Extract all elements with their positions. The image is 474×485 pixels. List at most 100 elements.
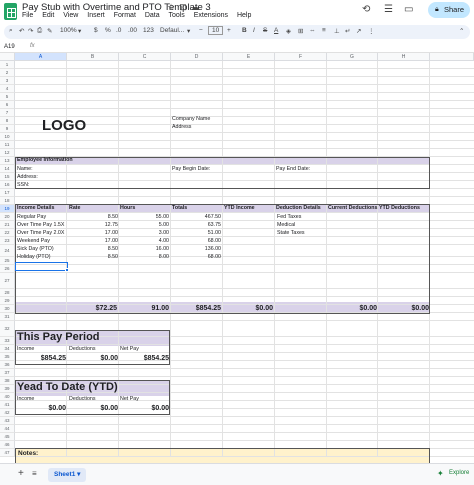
text-color-icon[interactable]: A xyxy=(274,27,278,34)
fill-color-icon[interactable]: ◈ xyxy=(286,27,291,35)
strikethrough-icon[interactable]: S xyxy=(263,27,267,34)
merge-icon[interactable]: ⇔ xyxy=(309,27,316,34)
wrap-icon[interactable]: ↵ xyxy=(345,27,350,35)
row-header[interactable]: 20 xyxy=(0,213,15,221)
row-header[interactable]: 44 xyxy=(0,425,15,433)
explore-icon[interactable]: ✦ xyxy=(437,469,444,478)
minus-icon[interactable]: − xyxy=(199,27,203,34)
row-header[interactable]: 4 xyxy=(0,85,15,93)
row-header[interactable]: 6 xyxy=(0,101,15,109)
menu-view[interactable]: View xyxy=(63,12,78,19)
menu-tools[interactable]: Tools xyxy=(168,12,184,19)
menu-file[interactable]: File xyxy=(22,12,33,19)
menu-help[interactable]: Help xyxy=(237,12,251,19)
row-header[interactable]: 12 xyxy=(0,149,15,157)
chevron-down-icon[interactable]: ▾ xyxy=(78,27,81,35)
row-header[interactable]: 47 xyxy=(0,449,15,457)
row-header[interactable]: 7 xyxy=(0,109,15,117)
row-header[interactable]: 45 xyxy=(0,433,15,441)
decrease-decimal-button[interactable]: .0 xyxy=(116,27,121,34)
menu-extensions[interactable]: Extensions xyxy=(194,12,228,19)
menu-edit[interactable]: Edit xyxy=(42,12,54,19)
row-header[interactable]: 10 xyxy=(0,133,15,141)
bold-icon[interactable]: B xyxy=(242,27,247,34)
column-header[interactable]: E xyxy=(223,53,275,61)
column-header[interactable]: C xyxy=(119,53,171,61)
row-header[interactable]: 24 xyxy=(0,245,15,257)
column-header[interactable]: G xyxy=(327,53,378,61)
paint-format-icon[interactable]: ✎ xyxy=(47,27,52,35)
share-button[interactable]: 🔒︎ Share xyxy=(428,2,470,18)
row-header[interactable]: 38 xyxy=(0,377,15,385)
row-header[interactable]: 42 xyxy=(0,409,15,417)
plus-icon[interactable]: + xyxy=(227,27,231,34)
row-header[interactable]: 9 xyxy=(0,125,15,133)
row-header[interactable]: 8 xyxy=(0,117,15,125)
row-header[interactable]: 31 xyxy=(0,313,15,321)
row-header[interactable]: 39 xyxy=(0,385,15,393)
chevron-down-icon[interactable]: ▾ xyxy=(77,471,80,478)
sheet-tab-sheet1[interactable]: Sheet1 ▾ xyxy=(48,468,86,482)
selected-cell-a19[interactable] xyxy=(15,262,68,271)
borders-icon[interactable]: ⊞ xyxy=(298,27,303,35)
row-header[interactable]: 46 xyxy=(0,441,15,449)
move-icon[interactable]: ⊡ xyxy=(179,2,191,12)
row-header[interactable]: 11 xyxy=(0,141,15,149)
sheets-logo-icon[interactable] xyxy=(4,3,17,20)
print-icon[interactable]: ⎙ xyxy=(37,27,42,35)
row-header[interactable]: 16 xyxy=(0,181,15,189)
comment-icon[interactable]: ☰ xyxy=(384,4,393,15)
menu-data[interactable]: Data xyxy=(145,12,160,19)
align-icon[interactable]: ≡ xyxy=(322,27,326,34)
row-header[interactable]: 27 xyxy=(0,273,15,289)
explore-button[interactable]: Explore xyxy=(449,470,469,476)
column-header[interactable]: F xyxy=(275,53,327,61)
row-header[interactable]: 23 xyxy=(0,237,15,245)
row-header[interactable]: 33 xyxy=(0,337,15,345)
row-header[interactable]: 36 xyxy=(0,361,15,369)
collapse-toolbar-icon[interactable]: ⌃ xyxy=(459,27,464,35)
currency-button[interactable]: $ xyxy=(94,27,98,34)
add-sheet-icon[interactable]: + xyxy=(18,468,24,479)
history-icon[interactable]: ⟲ xyxy=(362,4,370,15)
column-header[interactable]: H xyxy=(378,53,430,61)
undo-icon[interactable]: ↶ xyxy=(19,27,24,35)
meet-icon[interactable]: ▭ xyxy=(404,4,413,15)
redo-icon[interactable]: ↷ xyxy=(28,27,33,35)
zoom-select[interactable]: 100% xyxy=(60,27,77,34)
all-sheets-icon[interactable]: ≡ xyxy=(32,469,37,478)
font-chevron-icon[interactable]: ▾ xyxy=(187,27,190,35)
row-header[interactable]: 2 xyxy=(0,69,15,77)
font-select[interactable]: Defaul... xyxy=(160,27,184,34)
rotate-icon[interactable]: ↗ xyxy=(356,27,361,35)
menu-insert[interactable]: Insert xyxy=(87,12,105,19)
star-icon[interactable]: ☆ xyxy=(167,2,179,12)
select-all-corner[interactable] xyxy=(0,53,15,61)
cloud-status-icon[interactable]: ☁ xyxy=(191,2,204,12)
menu-format[interactable]: Format xyxy=(114,12,136,19)
row-header[interactable]: 41 xyxy=(0,401,15,409)
percent-button[interactable]: % xyxy=(105,27,111,34)
row-header[interactable]: 34 xyxy=(0,345,15,353)
fill-handle[interactable] xyxy=(65,268,69,272)
row-header[interactable]: 26 xyxy=(0,265,15,273)
row-header[interactable]: 32 xyxy=(0,321,15,337)
row-header[interactable]: 1 xyxy=(0,61,15,69)
spreadsheet-grid[interactable]: A B C D E F G H 1 2 3 4 5 6 7 8 9 10 11 12 13 14 15 16 17 18 19 20 2… xyxy=(0,53,474,463)
row-header[interactable]: 25 xyxy=(0,257,15,265)
row-header[interactable]: 14 xyxy=(0,165,15,173)
row-header[interactable]: 29 xyxy=(0,297,15,305)
row-header[interactable]: 30 xyxy=(0,305,15,313)
row-header[interactable]: 19 xyxy=(0,205,15,213)
row-header[interactable]: 21 xyxy=(0,221,15,229)
row-header[interactable]: 13 xyxy=(0,157,15,165)
row-header[interactable]: 35 xyxy=(0,353,15,361)
column-header[interactable]: D xyxy=(171,53,223,61)
row-header[interactable]: 40 xyxy=(0,393,15,401)
name-box[interactable]: A19 xyxy=(4,44,15,50)
more-icon[interactable]: ⋮ xyxy=(368,27,375,35)
italic-icon[interactable]: I xyxy=(253,27,255,34)
increase-decimal-button[interactable]: .00 xyxy=(128,27,137,34)
column-header[interactable]: A xyxy=(15,53,67,61)
number-format-button[interactable]: 123 xyxy=(143,27,154,34)
